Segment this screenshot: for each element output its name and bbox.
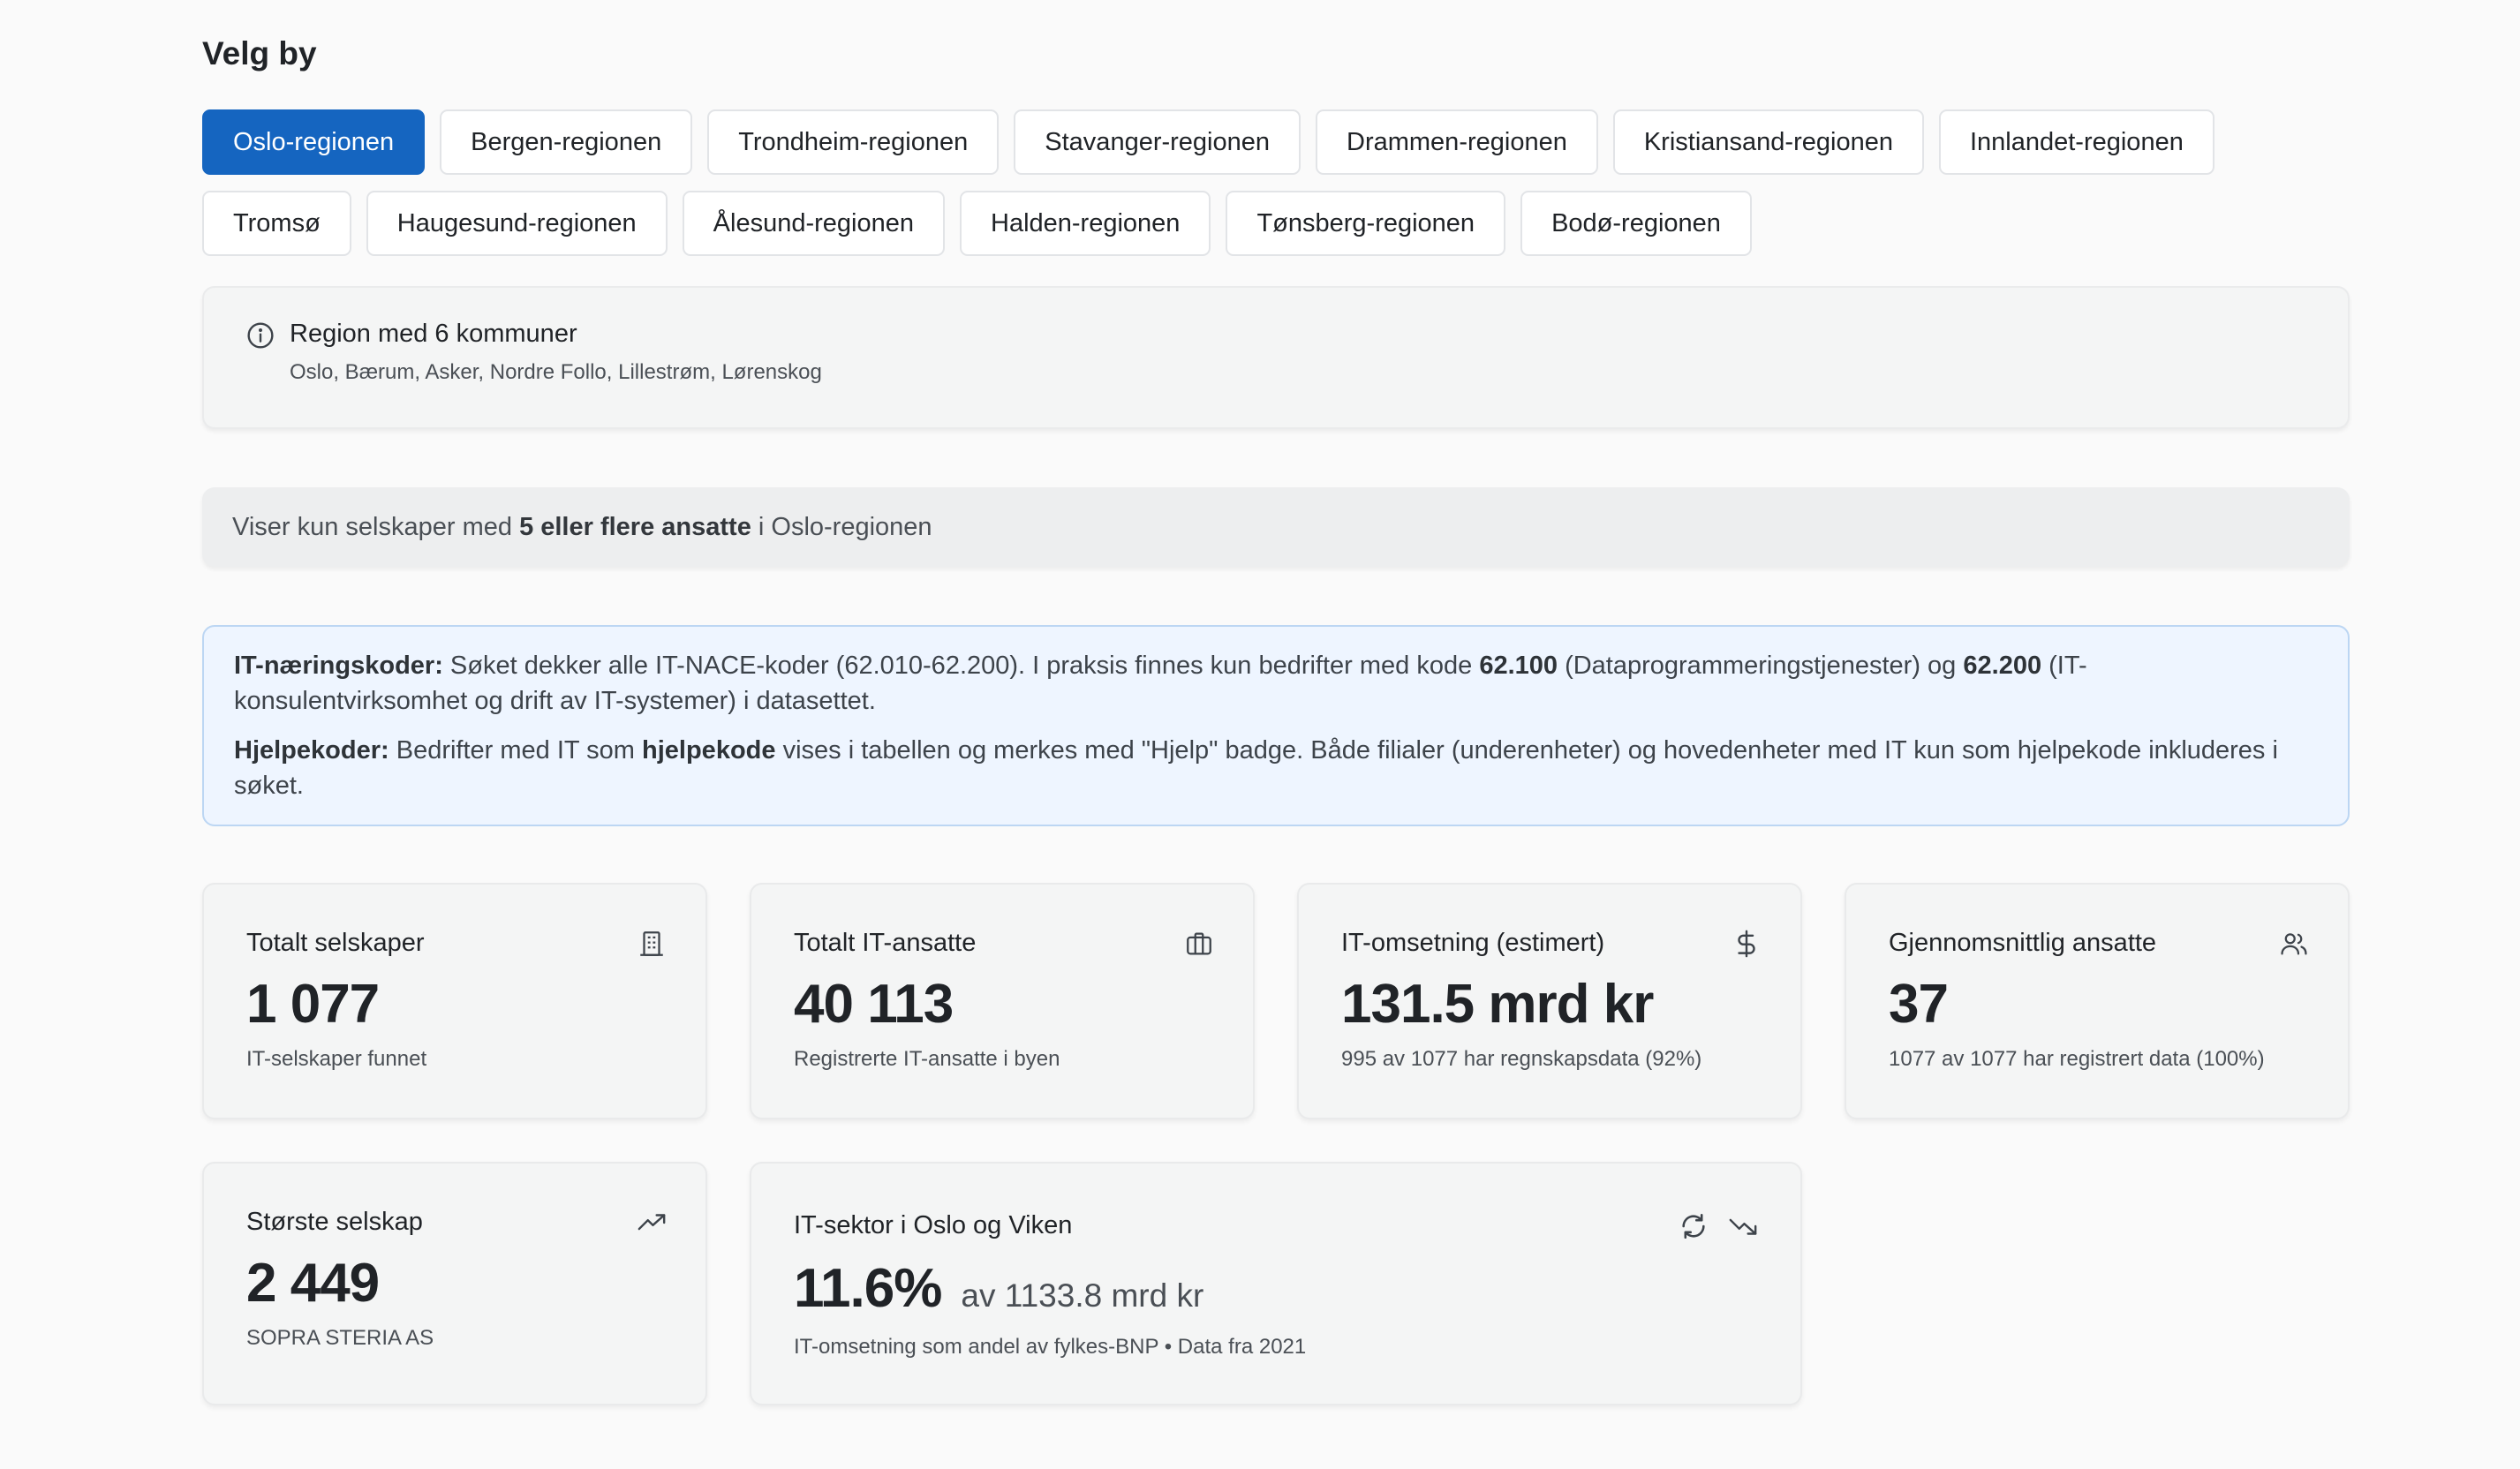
city-button-alesund[interactable]: Ålesund-regionen — [682, 191, 945, 256]
trending-down-icon — [1728, 1211, 1758, 1241]
help-code-paragraph: Hjelpekoder: Bedrifter med IT som hjelpe… — [234, 733, 2318, 803]
refresh-icon[interactable] — [1679, 1211, 1709, 1241]
city-button-kristiansand[interactable]: Kristiansand-regionen — [1612, 109, 1924, 175]
nace-code-62200: 62.200 — [1963, 652, 2042, 680]
sector-total-suffix: av 1133.8 mrd kr — [961, 1277, 1204, 1314]
stat-label: Totalt IT-ansatte — [794, 929, 977, 957]
city-button-halden[interactable]: Halden-regionen — [960, 191, 1211, 256]
nace-code-note: IT-næringskoder: Søket dekker alle IT-NA… — [202, 625, 2350, 826]
nace-code-62100: 62.100 — [1479, 652, 1558, 680]
city-button-stavanger[interactable]: Stavanger-regionen — [1014, 109, 1301, 175]
stat-label: Totalt selskaper — [246, 929, 425, 957]
nace-paragraph: IT-næringskoder: Søket dekker alle IT-NA… — [234, 648, 2318, 719]
stat-label: Største selskap — [246, 1208, 423, 1236]
stat-value: 1 077 — [246, 974, 380, 1035]
city-selector-row-2: Tromsø Haugesund-regionen Ålesund-region… — [202, 191, 1752, 256]
employee-filter-notice: Viser kun selskaper med 5 eller flere an… — [202, 487, 2350, 567]
stat-card-total-employees: Totalt IT-ansatte 40 113 Registrerte IT-… — [750, 883, 1255, 1119]
city-button-drammen[interactable]: Drammen-regionen — [1316, 109, 1598, 175]
nace-label: IT-næringskoder: — [234, 652, 443, 680]
page-title: Velg by — [202, 35, 317, 72]
city-button-tromso[interactable]: Tromsø — [202, 191, 351, 256]
region-info-box: Region med 6 kommuner Oslo, Bærum, Asker… — [202, 286, 2350, 429]
city-button-tonsberg[interactable]: Tønsberg-regionen — [1226, 191, 1506, 256]
city-button-bodo[interactable]: Bodø-regionen — [1520, 191, 1752, 256]
city-button-innlandet[interactable]: Innlandet-regionen — [1938, 109, 2214, 175]
briefcase-icon — [1184, 929, 1214, 959]
stat-card-it-sector: IT-sektor i Oslo og Viken 11.6% av 1133.8… — [750, 1162, 1802, 1405]
stat-label: Gjennomsnittlig ansatte — [1889, 929, 2157, 957]
city-button-oslo[interactable]: Oslo-regionen — [202, 109, 426, 175]
stat-subtext: 995 av 1077 har regnskapsdata (92%) — [1341, 1047, 1702, 1071]
stat-value: 2 449 — [246, 1253, 380, 1314]
building-icon — [637, 929, 667, 959]
trending-up-icon — [637, 1208, 667, 1238]
sector-share-value: 11.6% — [794, 1258, 942, 1319]
users-icon — [2279, 929, 2309, 959]
dollar-icon — [1732, 929, 1762, 959]
help-bold: hjelpekode — [642, 736, 776, 765]
help-text-1: Bedrifter med IT som — [389, 736, 643, 765]
city-button-trondheim[interactable]: Trondheim-regionen — [707, 109, 1000, 175]
largest-company-name: SOPRA STERIA AS — [246, 1326, 434, 1350]
stat-value: 40 113 — [794, 974, 954, 1035]
stat-label: IT-sektor i Oslo og Viken — [794, 1211, 1073, 1239]
stat-subtext: IT-omsetning som andel av fylkes-BNP • D… — [794, 1335, 1307, 1359]
stat-subtext: 1077 av 1077 har registrert data (100%) — [1889, 1047, 2265, 1071]
nace-text-2: (Dataprogrammeringstjenester) og — [1558, 652, 1964, 680]
stat-card-total-companies: Totalt selskaper 1 077 IT-selskaper funn… — [202, 883, 707, 1119]
region-municipalities: Oslo, Bærum, Asker, Nordre Follo, Lilles… — [290, 360, 822, 384]
stat-subtext: Registrerte IT-ansatte i byen — [794, 1047, 1060, 1071]
region-info-title: Region med 6 kommuner — [290, 320, 577, 348]
stat-value: 131.5 mrd kr — [1341, 974, 1654, 1035]
city-button-haugesund[interactable]: Haugesund-regionen — [366, 191, 668, 256]
city-button-bergen[interactable]: Bergen-regionen — [440, 109, 693, 175]
nace-text-1: Søket dekker alle IT-NACE-koder (62.010-… — [442, 652, 1480, 680]
info-icon — [246, 321, 275, 350]
filter-suffix: i Oslo-regionen — [751, 512, 932, 541]
stat-card-largest-company: Største selskap 2 449 SOPRA STERIA AS — [202, 1162, 707, 1405]
page: Velg by Oslo-regionen Bergen-regionen Tr… — [0, 0, 2520, 1469]
stat-value: 11.6% av 1133.8 mrd kr — [794, 1257, 1203, 1320]
filter-prefix: Viser kun selskaper med — [232, 512, 520, 541]
stat-label: IT-omsetning (estimert) — [1341, 929, 1605, 957]
stat-subtext: IT-selskaper funnet — [246, 1047, 427, 1071]
help-label: Hjelpekoder: — [234, 736, 389, 765]
stat-card-avg-employees: Gjennomsnittlig ansatte 37 1077 av 1077 … — [1845, 883, 2350, 1119]
stat-value: 37 — [1889, 974, 1949, 1035]
filter-bold: 5 eller flere ansatte — [519, 512, 751, 541]
city-selector-row-1: Oslo-regionen Bergen-regionen Trondheim-… — [202, 109, 2214, 175]
stat-card-revenue: IT-omsetning (estimert) 131.5 mrd kr 995… — [1297, 883, 1802, 1119]
